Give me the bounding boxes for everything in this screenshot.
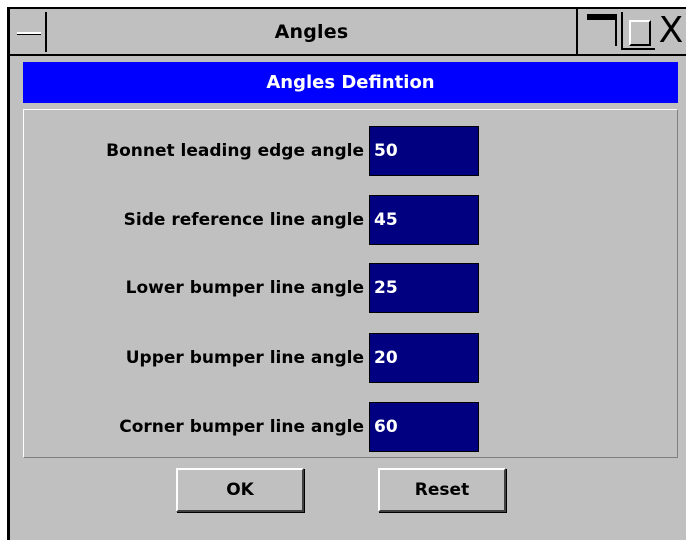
row-bonnet-leading-edge-angle: Bonnet leading edge angle [24, 126, 679, 176]
upper-bumper-line-angle-input[interactable] [369, 333, 479, 383]
upper-bumper-line-angle-label: Upper bumper line angle [125, 348, 364, 368]
maximize-icon [587, 14, 615, 20]
minus-bar-icon [17, 32, 41, 34]
section-title: Angles Defintion [266, 72, 435, 93]
title-area[interactable]: Angles [47, 9, 578, 54]
row-lower-bumper-line-angle: Lower bumper line angle [24, 263, 679, 313]
window-title: Angles [274, 20, 349, 43]
system-menu-button[interactable] [12, 12, 47, 52]
row-upper-bumper-line-angle: Upper bumper line angle [24, 333, 679, 383]
bonnet-leading-edge-angle-input[interactable] [369, 126, 479, 176]
maximize-icon-edge [615, 14, 617, 46]
row-side-reference-line-angle: Side reference line angle [24, 195, 679, 245]
row-corner-bumper-line-angle: Corner bumper line angle [24, 402, 679, 452]
title-bar[interactable]: Angles X [10, 7, 686, 56]
ok-button[interactable]: OK [176, 468, 304, 512]
side-reference-line-angle-label: Side reference line angle [123, 210, 364, 230]
angles-form: Bonnet leading edge angle Side reference… [23, 109, 678, 458]
lower-bumper-line-angle-label: Lower bumper line angle [125, 278, 364, 298]
bonnet-leading-edge-angle-label: Bonnet leading edge angle [106, 141, 364, 161]
corner-bumper-line-angle-label: Corner bumper line angle [119, 417, 364, 437]
minimize-button[interactable] [623, 12, 655, 50]
angles-dialog: Angles X Angles Defintion Bonnet leading… [7, 7, 686, 540]
lower-bumper-line-angle-input[interactable] [369, 263, 479, 313]
maximize-button[interactable] [585, 12, 623, 50]
close-button[interactable]: X [655, 12, 686, 50]
minimize-icon [629, 20, 651, 46]
corner-bumper-line-angle-input[interactable] [369, 402, 479, 452]
close-icon: X [658, 10, 684, 51]
section-header: Angles Defintion [23, 62, 678, 103]
reset-button[interactable]: Reset [378, 468, 506, 512]
side-reference-line-angle-input[interactable] [369, 195, 479, 245]
